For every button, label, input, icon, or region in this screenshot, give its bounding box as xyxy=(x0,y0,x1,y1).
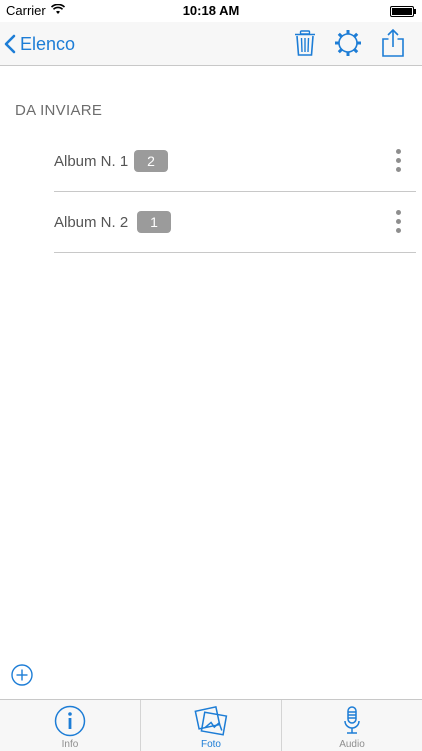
album-label: Album N. 1 xyxy=(54,153,129,170)
status-bar: Carrier 10:18 AM xyxy=(0,0,422,22)
tab-photos-label: Foto xyxy=(200,739,221,750)
share-button[interactable] xyxy=(378,28,408,58)
chevron-left-icon xyxy=(4,34,16,54)
tab-audio-label: Audio xyxy=(339,739,365,750)
plus-circle-icon xyxy=(11,664,33,686)
battery-icon xyxy=(390,6,416,17)
photo-count-badge: 2 xyxy=(134,150,168,172)
tab-audio[interactable]: Audio xyxy=(282,700,422,751)
album-label: Album N. 2 xyxy=(54,214,129,231)
tab-bar: Info Foto Audio xyxy=(0,699,422,751)
add-album-button[interactable] xyxy=(11,664,33,686)
tab-photos[interactable]: Foto xyxy=(141,700,282,751)
share-icon xyxy=(382,28,404,57)
more-options-icon[interactable] xyxy=(394,210,402,238)
more-options-icon[interactable] xyxy=(394,149,402,177)
info-icon xyxy=(54,705,86,737)
delete-button[interactable] xyxy=(290,28,320,58)
back-button-label: Elenco xyxy=(20,33,76,54)
clock: 10:18 AM xyxy=(182,3,240,18)
navigation-bar: Elenco xyxy=(0,22,422,66)
photo-count-badge: 1 xyxy=(137,211,171,233)
photos-icon xyxy=(194,706,228,736)
tab-info-label: Info xyxy=(61,739,79,750)
section-title: DA INVIARE xyxy=(15,102,103,119)
settings-button[interactable] xyxy=(333,28,363,58)
gear-icon xyxy=(335,30,361,56)
album-row[interactable]: Album N. 2 1 xyxy=(54,192,416,253)
microphone-icon xyxy=(344,706,360,734)
album-row[interactable]: Album N. 1 2 xyxy=(54,131,416,192)
back-button[interactable]: Elenco xyxy=(4,30,75,58)
trash-icon xyxy=(295,30,315,56)
tab-info[interactable]: Info xyxy=(0,700,141,751)
